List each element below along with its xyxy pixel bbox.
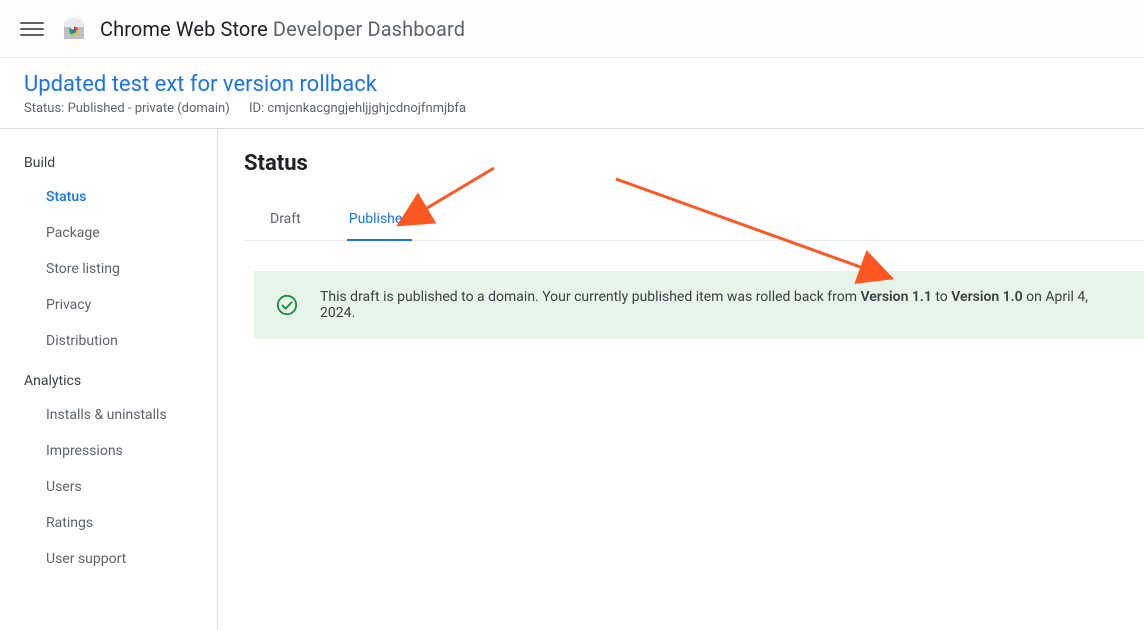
sidebar-item-package[interactable]: Package	[0, 215, 217, 251]
sidebar-item-privacy[interactable]: Privacy	[0, 287, 217, 323]
brand-product: Chrome Web Store	[100, 17, 268, 41]
item-meta: Status: Published - private (domain) ID:…	[24, 101, 1120, 116]
content: Build Status Package Store listing Priva…	[0, 129, 1144, 630]
main: Status Draft Published This draft is pub…	[218, 129, 1144, 630]
sidebar-item-users[interactable]: Users	[0, 469, 217, 505]
chrome-web-store-logo	[62, 17, 86, 41]
status-value: Published - private (domain)	[68, 101, 230, 116]
section-analytics-label: Analytics	[0, 365, 217, 397]
sidebar-item-ratings[interactable]: Ratings	[0, 505, 217, 541]
banner-from-version: Version 1.1	[860, 289, 931, 305]
page-title: Status	[244, 151, 1144, 176]
tabs: Draft Published	[244, 200, 1144, 241]
check-circle-icon	[276, 294, 298, 316]
sidebar-item-distribution[interactable]: Distribution	[0, 323, 217, 359]
banner-text: This draft is published to a domain. You…	[320, 289, 1122, 321]
subheader: Updated test ext for version rollback St…	[0, 58, 1144, 129]
brand-title: Chrome Web Store Developer Dashboard	[100, 17, 465, 41]
status-banner: This draft is published to a domain. You…	[254, 271, 1144, 339]
sidebar-item-status[interactable]: Status	[0, 179, 217, 215]
id-prefix: ID:	[249, 101, 264, 116]
banner-mid: to	[932, 289, 951, 305]
topbar: Chrome Web Store Developer Dashboard	[0, 0, 1144, 58]
status-prefix: Status:	[24, 101, 64, 116]
item-title[interactable]: Updated test ext for version rollback	[24, 72, 1120, 97]
banner-pre: This draft is published to a domain. You…	[320, 289, 860, 305]
sidebar-item-user-support[interactable]: User support	[0, 541, 217, 577]
tab-draft[interactable]: Draft	[268, 201, 303, 241]
banner-to-version: Version 1.0	[951, 289, 1022, 305]
sidebar-item-installs[interactable]: Installs & uninstalls	[0, 397, 217, 433]
tab-published[interactable]: Published	[347, 201, 412, 241]
id-value: cmjcnkacgngjehljjghjcdnojfnmjbfa	[267, 101, 466, 116]
sidebar-item-store-listing[interactable]: Store listing	[0, 251, 217, 287]
section-build-label: Build	[0, 147, 217, 179]
menu-icon[interactable]	[20, 17, 44, 41]
sidebar: Build Status Package Store listing Priva…	[0, 129, 218, 630]
brand-section: Developer Dashboard	[273, 17, 465, 41]
sidebar-item-impressions[interactable]: Impressions	[0, 433, 217, 469]
